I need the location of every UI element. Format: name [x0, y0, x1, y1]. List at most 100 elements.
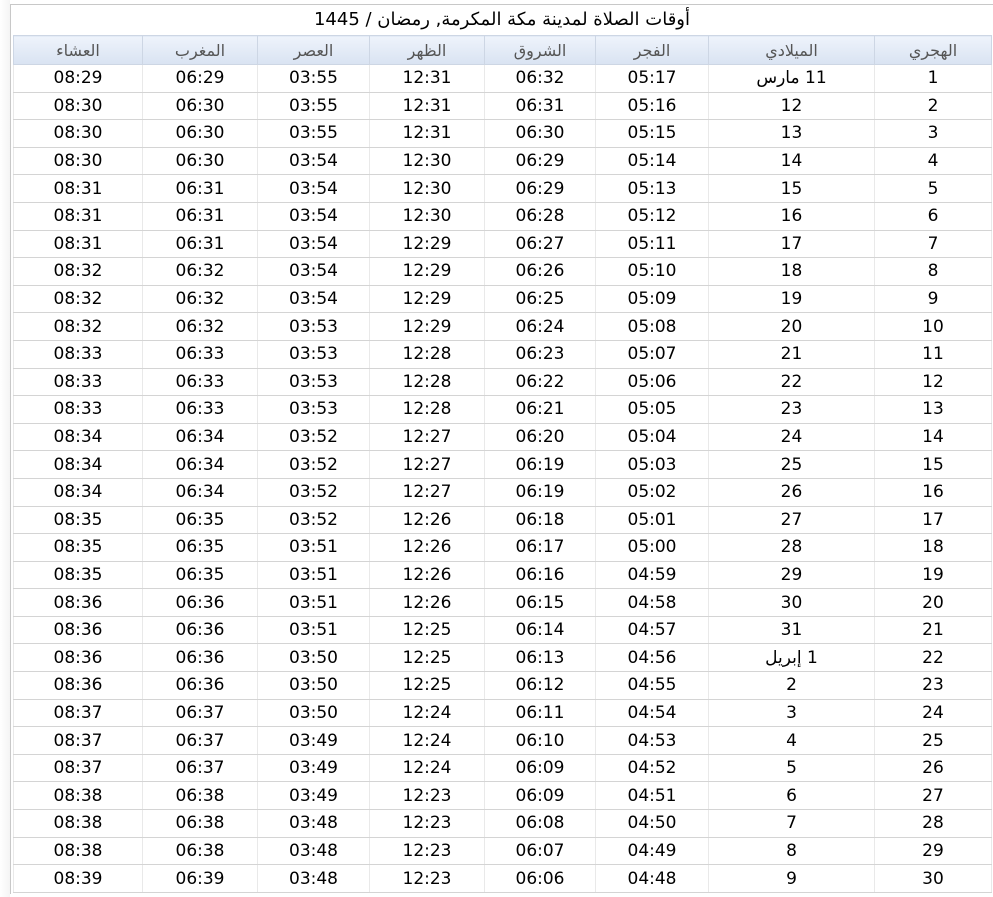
fajr-time-cell: 05:04 [595, 423, 709, 452]
isha-time-cell: 08:34 [13, 450, 143, 479]
dhuhr-time-cell: 12:29 [369, 312, 485, 341]
maghrib-time-cell: 06:31 [142, 174, 258, 203]
header-row: الهجري الميلادي الفجر الشروق الظهر العصر… [13, 35, 992, 65]
sunrise-time-cell: 06:07 [484, 837, 596, 866]
asr-time-cell: 03:51 [257, 616, 370, 645]
table-body: 1 11 مارس 05:17 06:32 12:31 03:55 06:29 08:29 2 1… [13, 64, 992, 893]
table-row: 25 4 04:53 06:10 12:24 03:49 06:37 08:37 [13, 726, 992, 755]
dhuhr-time-cell: 12:23 [369, 809, 485, 838]
gregorian-date-cell: 4 [708, 726, 875, 755]
isha-time-cell: 08:36 [13, 588, 143, 617]
fajr-time-cell: 05:05 [595, 395, 709, 424]
dhuhr-time-cell: 12:26 [369, 506, 485, 535]
fajr-time-cell: 05:00 [595, 533, 709, 562]
dhuhr-time-cell: 12:26 [369, 588, 485, 617]
gregorian-date-cell: 19 [708, 285, 875, 314]
asr-time-cell: 03:54 [257, 257, 370, 286]
dhuhr-time-cell: 12:29 [369, 257, 485, 286]
asr-time-cell: 03:51 [257, 533, 370, 562]
hijri-day-cell: 25 [874, 726, 992, 755]
isha-time-cell: 08:31 [13, 174, 143, 203]
hijri-day-cell: 16 [874, 478, 992, 507]
asr-time-cell: 03:50 [257, 671, 370, 700]
sunrise-time-cell: 06:19 [484, 478, 596, 507]
hijri-day-cell: 21 [874, 616, 992, 645]
asr-time-cell: 03:55 [257, 64, 370, 93]
asr-time-cell: 03:52 [257, 478, 370, 507]
maghrib-time-cell: 06:34 [142, 450, 258, 479]
sunrise-time-cell: 06:25 [484, 285, 596, 314]
gregorian-date-cell: 29 [708, 561, 875, 590]
gregorian-date-cell: 9 [708, 864, 875, 893]
asr-time-cell: 03:52 [257, 450, 370, 479]
table-row: 19 29 04:59 06:16 12:26 03:51 06:35 08:35 [13, 561, 992, 590]
maghrib-time-cell: 06:33 [142, 368, 258, 397]
fajr-time-cell: 04:55 [595, 671, 709, 700]
asr-time-cell: 03:50 [257, 699, 370, 728]
table-title: أوقات الصلاة لمدينة مكة المكرمة, رمضان /… [313, 9, 690, 30]
gregorian-date-cell: 14 [708, 147, 875, 176]
sunrise-time-cell: 06:26 [484, 257, 596, 286]
sunrise-time-cell: 06:10 [484, 726, 596, 755]
gregorian-date-cell: 3 [708, 699, 875, 728]
hijri-day-cell: 17 [874, 506, 992, 535]
table-row: 3 13 05:15 06:30 12:31 03:55 06:30 08:30 [13, 119, 992, 148]
dhuhr-time-cell: 12:28 [369, 368, 485, 397]
hijri-day-cell: 26 [874, 754, 992, 783]
maghrib-time-cell: 06:35 [142, 561, 258, 590]
isha-time-cell: 08:36 [13, 671, 143, 700]
sunrise-time-cell: 06:13 [484, 643, 596, 673]
gregorian-date-cell: 17 [708, 230, 875, 259]
maghrib-time-cell: 06:33 [142, 395, 258, 424]
fajr-time-cell: 04:53 [595, 726, 709, 755]
table-row: 7 17 05:11 06:27 12:29 03:54 06:31 08:31 [13, 230, 992, 259]
sunrise-time-cell: 06:27 [484, 230, 596, 259]
table-row: 23 2 04:55 06:12 12:25 03:50 06:36 08:36 [13, 671, 992, 700]
hijri-day-cell: 12 [874, 368, 992, 397]
hijri-day-cell: 20 [874, 588, 992, 617]
fajr-time-cell: 05:03 [595, 450, 709, 479]
fajr-time-cell: 05:10 [595, 257, 709, 286]
header-fajr: الفجر [595, 35, 709, 65]
asr-time-cell: 03:54 [257, 174, 370, 203]
table-row: 10 20 05:08 06:24 12:29 03:53 06:32 08:32 [13, 312, 992, 341]
dhuhr-time-cell: 12:29 [369, 285, 485, 314]
maghrib-time-cell: 06:37 [142, 726, 258, 755]
asr-time-cell: 03:51 [257, 588, 370, 617]
maghrib-time-cell: 06:36 [142, 643, 258, 673]
isha-time-cell: 08:32 [13, 285, 143, 314]
dhuhr-time-cell: 12:25 [369, 616, 485, 645]
table-row: 9 19 05:09 06:25 12:29 03:54 06:32 08:32 [13, 285, 992, 314]
sunrise-time-cell: 06:09 [484, 754, 596, 783]
gregorian-date-cell: 23 [708, 395, 875, 424]
header-hijri: الهجري [874, 35, 992, 65]
hijri-day-cell: 2 [874, 92, 992, 121]
maghrib-time-cell: 06:37 [142, 754, 258, 783]
isha-time-cell: 08:30 [13, 147, 143, 176]
table-row: 5 15 05:13 06:29 12:30 03:54 06:31 08:31 [13, 174, 992, 203]
hijri-day-cell: 28 [874, 809, 992, 838]
isha-time-cell: 08:35 [13, 533, 143, 562]
sunrise-time-cell: 06:29 [484, 147, 596, 176]
header-gregorian: الميلادي [708, 35, 875, 65]
table-row: 12 22 05:06 06:22 12:28 03:53 06:33 08:33 [13, 368, 992, 397]
hijri-day-cell: 9 [874, 285, 992, 314]
fajr-time-cell: 05:08 [595, 312, 709, 341]
maghrib-time-cell: 06:35 [142, 533, 258, 562]
hijri-day-cell: 8 [874, 257, 992, 286]
sunrise-time-cell: 06:20 [484, 423, 596, 452]
fajr-time-cell: 05:15 [595, 119, 709, 148]
hijri-day-cell: 11 [874, 340, 992, 369]
fajr-time-cell: 04:58 [595, 588, 709, 617]
fajr-time-cell: 05:12 [595, 202, 709, 231]
isha-time-cell: 08:38 [13, 781, 143, 811]
table-row: 27 6 04:51 06:09 12:23 03:49 06:38 08:38 [13, 781, 992, 811]
isha-time-cell: 08:35 [13, 506, 143, 535]
table-row: 26 5 04:52 06:09 12:24 03:49 06:37 08:37 [13, 754, 992, 783]
asr-time-cell: 03:53 [257, 340, 370, 369]
header-dhuhr: الظهر [369, 35, 485, 65]
fajr-time-cell: 05:17 [595, 64, 709, 93]
fajr-time-cell: 05:02 [595, 478, 709, 507]
asr-time-cell: 03:53 [257, 368, 370, 397]
dhuhr-time-cell: 12:28 [369, 395, 485, 424]
